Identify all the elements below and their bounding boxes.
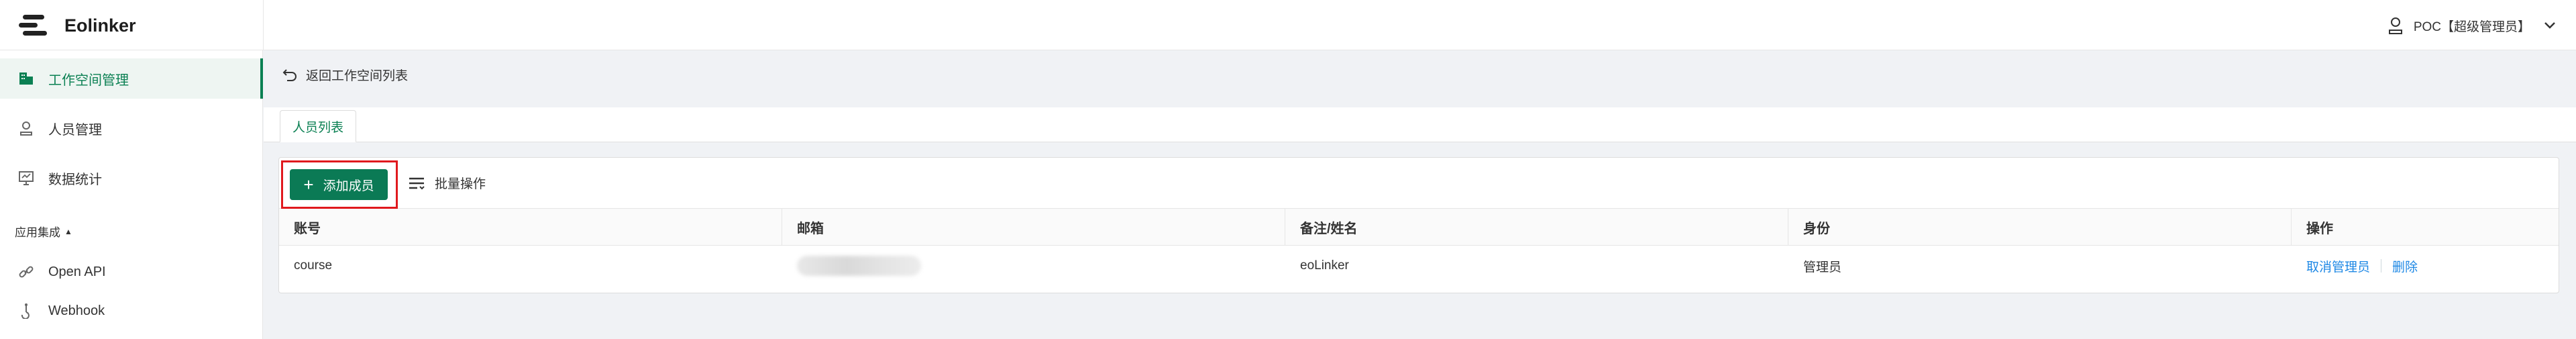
add-member-button[interactable]: + 添加成员: [290, 169, 388, 200]
sidebar: 工作空间管理 人员管理 数据统计 应用集成 ▲ Open API Webhook: [0, 50, 263, 339]
sidebar-item-members[interactable]: 人员管理: [0, 108, 263, 148]
column-header-remark[interactable]: 备注/姓名: [1285, 209, 1788, 245]
plus-icon: +: [303, 175, 314, 195]
user-menu[interactable]: POC【超级管理员】: [2388, 12, 2556, 39]
sidebar-item-statistics[interactable]: 数据统计: [0, 158, 263, 198]
tab-member-list[interactable]: 人员列表: [280, 110, 357, 142]
delete-link[interactable]: 删除: [2392, 257, 2418, 275]
sidebar-item-label: 工作空间管理: [48, 72, 129, 88]
sidebar-item-label: 数据统计: [48, 172, 102, 187]
user-icon: [17, 119, 35, 137]
building-icon: [17, 70, 35, 87]
batch-operation-button[interactable]: 批量操作: [408, 174, 486, 192]
back-link-label: 返回工作空间列表: [306, 69, 409, 83]
brand-name: Eolinker: [64, 15, 136, 36]
sidebar-item-label: Open API: [48, 264, 106, 279]
tab-label: 人员列表: [292, 120, 344, 135]
eolinker-logo-icon: [19, 15, 47, 36]
sidebar-item-workspace[interactable]: 工作空间管理: [0, 58, 263, 99]
brand-logo[interactable]: Eolinker: [19, 12, 136, 39]
user-icon: [2388, 17, 2402, 34]
integration-group-title[interactable]: 应用集成 ▲: [15, 223, 72, 240]
column-header-actions: 操作: [2306, 221, 2333, 236]
header-divider: [263, 0, 264, 50]
actions-cell: 取消管理员 删除: [2292, 246, 2559, 286]
monitor-chart-icon: [17, 169, 35, 187]
member-panel: + 添加成员 批量操作 账号 邮箱 备注/姓名 身份 操作 course eoL…: [278, 157, 2559, 293]
column-header-role[interactable]: 身份: [1788, 209, 2292, 245]
chevron-down-icon: [2544, 22, 2555, 29]
sidebar-item-webhook[interactable]: Webhook: [0, 291, 263, 331]
sidebar-item-openapi[interactable]: Open API: [0, 252, 263, 292]
remark-cell: eoLinker: [1300, 258, 1349, 273]
sidebar-item-label: Webhook: [48, 303, 105, 318]
sidebar-item-label: 人员管理: [48, 122, 102, 138]
top-header: Eolinker POC【超级管理员】: [0, 0, 2576, 50]
user-label: POC【超级管理员】: [2413, 19, 2530, 34]
redacted-email: [797, 256, 921, 276]
batch-operation-label: 批量操作: [435, 177, 486, 191]
highlight-box: + 添加成员: [281, 160, 398, 209]
role-cell: 管理员: [1803, 260, 1842, 275]
account-cell: course: [294, 258, 333, 273]
revoke-admin-link[interactable]: 取消管理员: [2306, 257, 2370, 275]
column-header-email[interactable]: 邮箱: [782, 209, 1285, 245]
add-member-label: 添加成员: [323, 179, 374, 193]
chevron-up-icon: ▲: [64, 226, 72, 236]
table-row: course eoLinker 管理员 取消管理员 删除: [279, 246, 2559, 286]
column-header-account[interactable]: 账号: [279, 209, 782, 245]
tab-bar: 人员列表: [264, 107, 2576, 142]
toolbar: + 添加成员 批量操作: [279, 158, 2559, 209]
back-to-workspace-list-link[interactable]: 返回工作空间列表: [282, 66, 408, 84]
group-title-label: 应用集成: [15, 226, 60, 239]
webhook-icon: [17, 302, 35, 320]
return-arrow-icon: [282, 68, 297, 81]
table-header: 账号 邮箱 备注/姓名 身份 操作: [279, 209, 2559, 246]
email-cell: [782, 246, 1285, 286]
list-menu-icon: [409, 177, 425, 189]
link-icon: [17, 263, 35, 281]
